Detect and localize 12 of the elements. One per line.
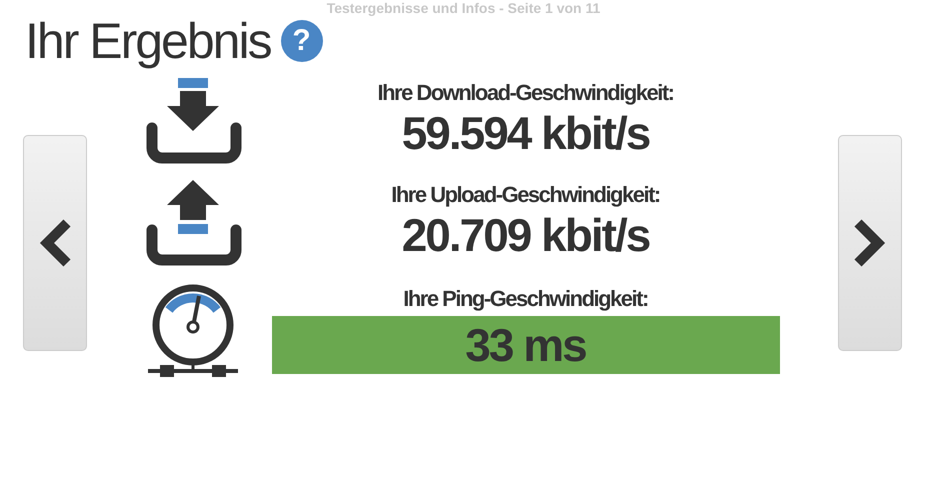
help-button[interactable]: ? — [280, 20, 323, 62]
result-value: 20.709 kbit/s — [402, 208, 650, 262]
previous-button[interactable] — [23, 135, 87, 351]
result-label: Ihre Ping-Geschwindigkeit: — [403, 286, 648, 312]
result-value: 59.594 kbit/s — [402, 106, 650, 160]
result-label: Ihre Download-Geschwindigkeit: — [377, 80, 674, 106]
upload-icon — [146, 178, 242, 266]
download-icon — [146, 76, 242, 164]
ping-result-bar: 33 ms — [272, 316, 780, 374]
next-button[interactable] — [838, 135, 902, 351]
page-title: Ihr Ergebnis — [25, 12, 271, 70]
result-label: Ihre Upload-Geschwindigkeit: — [391, 182, 660, 208]
